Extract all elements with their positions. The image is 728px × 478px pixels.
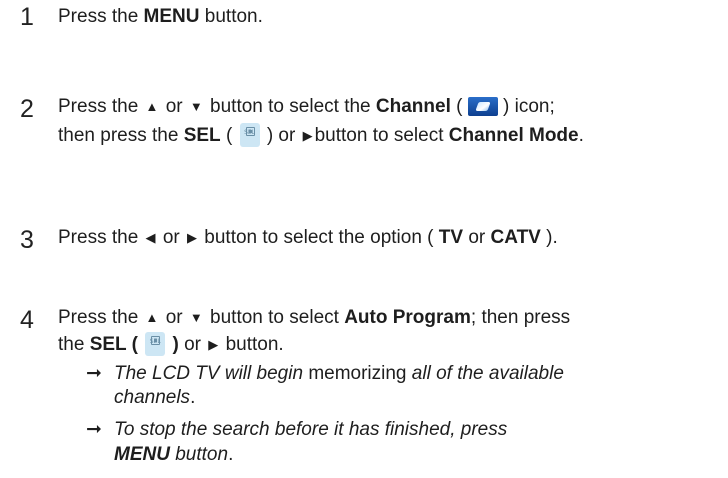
bullet-arrow-icon: ➞ bbox=[86, 363, 102, 384]
note-2-line-1: To stop the search before it has finishe… bbox=[114, 419, 508, 440]
menu-label: MENU bbox=[143, 6, 200, 27]
note-2-line-2: MENU button. bbox=[114, 444, 234, 465]
step-number: 3 bbox=[20, 226, 34, 254]
channel-icon bbox=[467, 97, 498, 116]
step-4-line-2: the SEL ( SEL ) or ▶ button. bbox=[58, 332, 284, 356]
tv-label: TV bbox=[438, 227, 464, 248]
sel-label: SEL ( bbox=[89, 334, 138, 355]
note-1-line-1: The LCD TV will begin memorizing all of … bbox=[114, 363, 564, 384]
sel-label: SEL bbox=[183, 125, 221, 146]
bullet-arrow-icon: ➞ bbox=[86, 419, 102, 440]
right-arrow-icon: ▶ bbox=[187, 230, 198, 245]
step-2-line-1: Press the ▲ or ▼ button to select the Ch… bbox=[58, 96, 555, 117]
step-number: 2 bbox=[20, 95, 34, 123]
right-arrow-icon: ▶ bbox=[208, 337, 219, 352]
catv-label: CATV bbox=[490, 227, 541, 248]
step-2-line-2: then press the SEL ( SEL ) or ▶ button to… bbox=[58, 123, 584, 147]
step-number: 4 bbox=[20, 306, 34, 334]
step-3-line: Press the ◀ or ▶ button to select the op… bbox=[58, 227, 558, 248]
step-number: 1 bbox=[20, 3, 34, 31]
down-arrow-icon: ▼ bbox=[189, 99, 203, 114]
sel-button-icon: SEL bbox=[239, 123, 260, 147]
channel-label: Channel bbox=[375, 96, 451, 117]
channel-mode-label: Channel Mode bbox=[448, 125, 579, 146]
sel-button-icon: SEL bbox=[145, 332, 166, 356]
menu-label: MENU bbox=[114, 444, 170, 465]
up-arrow-icon: ▲ bbox=[145, 310, 159, 325]
left-arrow-icon: ◀ bbox=[145, 230, 156, 245]
step-4-line-1: Press the ▲ or ▼ button to select Auto P… bbox=[58, 307, 571, 328]
note-1-line-2: channels. bbox=[114, 387, 196, 408]
step-1-line: Press the MENU button. bbox=[58, 6, 263, 27]
up-arrow-icon: ▲ bbox=[145, 99, 159, 114]
auto-program-label: Auto Program bbox=[344, 307, 471, 328]
down-arrow-icon: ▼ bbox=[189, 310, 203, 325]
right-arrow-icon: ▶ bbox=[302, 128, 313, 143]
